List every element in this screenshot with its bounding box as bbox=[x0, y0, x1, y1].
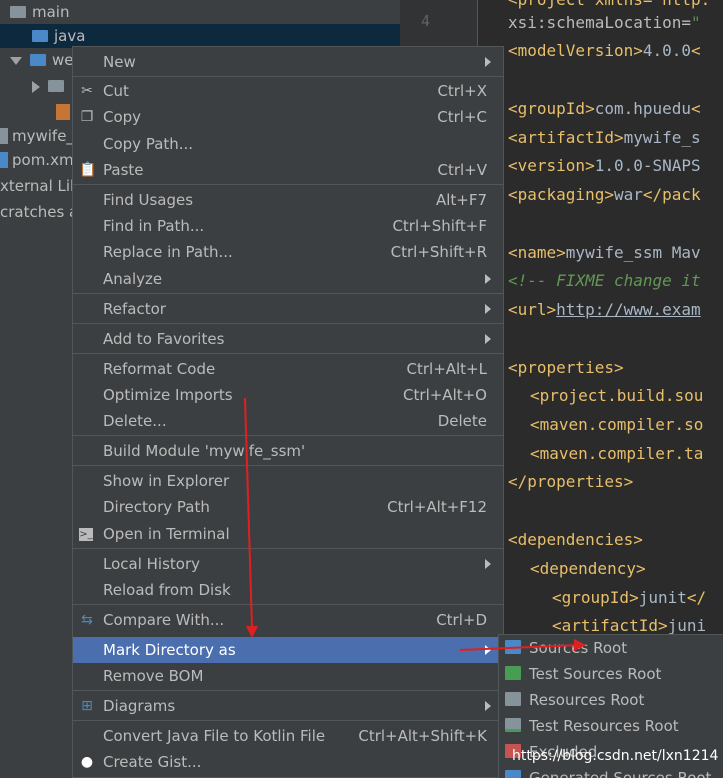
annotation-arrows bbox=[244, 397, 586, 651]
red-arrow-right bbox=[459, 644, 581, 651]
red-arrowhead-right bbox=[574, 639, 586, 651]
red-arrow-down bbox=[244, 397, 253, 629]
red-arrowhead-down bbox=[246, 626, 258, 638]
watermark-text: https://blog.csdn.net/lxn1214 bbox=[512, 748, 719, 764]
